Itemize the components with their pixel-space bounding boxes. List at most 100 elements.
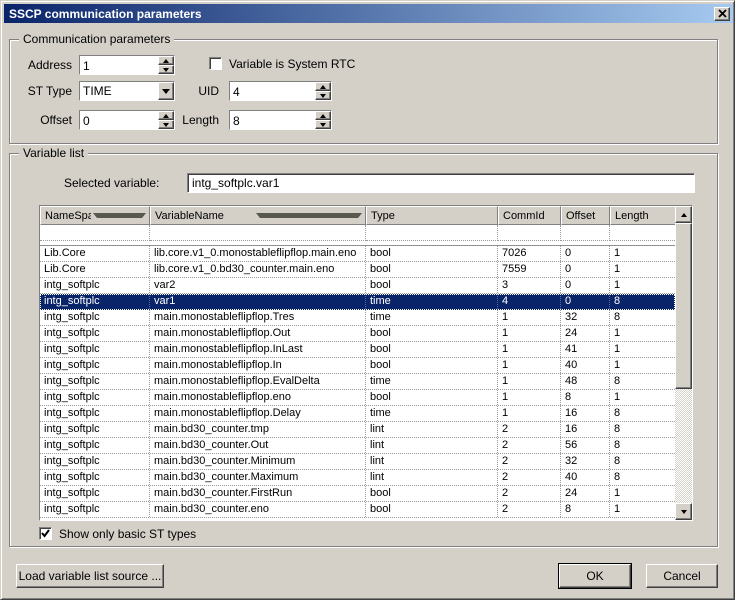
table-cell: 1 xyxy=(498,374,561,389)
table-row[interactable]: intg_softplcmain.bd30_counter.Outlint256… xyxy=(40,438,675,454)
table-row[interactable]: intg_softplcmain.bd30_counter.FirstRunbo… xyxy=(40,486,675,502)
length-input[interactable] xyxy=(230,111,315,129)
table-row[interactable]: intg_softplcvar2bool301 xyxy=(40,278,675,294)
table-cell: intg_softplc xyxy=(40,406,150,421)
uid-input[interactable] xyxy=(230,82,315,100)
filter-cell[interactable] xyxy=(366,225,498,241)
table-cell: 4 xyxy=(498,294,561,309)
table-cell: 48 xyxy=(561,374,610,389)
table-cell: main.monostableflipflop.Delay xyxy=(150,406,366,421)
selected-variable-label: Selected variable: xyxy=(64,175,159,191)
column-header-offset[interactable]: Offset xyxy=(561,206,610,225)
window-title: SSCP communication parameters xyxy=(9,7,202,21)
table-cell: time xyxy=(366,294,498,309)
table-row[interactable]: intg_softplcmain.bd30_counter.Minimumlin… xyxy=(40,454,675,470)
cancel-button[interactable]: Cancel xyxy=(646,564,718,588)
table-row[interactable]: intg_softplcmain.monostableflipflop.InLa… xyxy=(40,342,675,358)
show-only-basic-checkbox[interactable] xyxy=(39,527,52,540)
rtc-checkbox-label[interactable]: Variable is System RTC xyxy=(229,56,355,72)
column-filter-dropdown-icon[interactable] xyxy=(93,213,147,218)
scrollbar-thumb[interactable] xyxy=(675,223,692,389)
table-cell: 7026 xyxy=(498,246,561,261)
table-cell: intg_softplc xyxy=(40,278,150,293)
table-row[interactable]: intg_softplcmain.bd30_counter.tmplint216… xyxy=(40,422,675,438)
table-row[interactable]: intg_softplcmain.monostableflipflop.Eval… xyxy=(40,374,675,390)
table-cell: 16 xyxy=(561,422,610,437)
table-row[interactable]: intg_softplcmain.monostableflipflop.Tres… xyxy=(40,310,675,326)
table-cell: bool xyxy=(366,358,498,373)
table-row[interactable]: intg_softplcmain.bd30_counter.enobool281 xyxy=(40,502,675,518)
titlebar[interactable]: SSCP communication parameters xyxy=(4,4,733,23)
offset-field xyxy=(79,110,175,130)
table-cell: 2 xyxy=(498,454,561,469)
column-header-commid[interactable]: CommId xyxy=(498,206,561,225)
st-type-combobox[interactable]: TIME xyxy=(79,81,175,101)
column-header-type[interactable]: Type xyxy=(366,206,498,225)
column-header-namespace[interactable]: NameSpace xyxy=(40,206,150,225)
table-row[interactable]: intg_softplcmain.monostableflipflop.Outb… xyxy=(40,326,675,342)
column-header-variablename[interactable]: VariableName xyxy=(150,206,366,225)
uid-spin-up-button[interactable] xyxy=(315,82,331,91)
table-cell: var1 xyxy=(150,294,366,309)
show-only-basic-label[interactable]: Show only basic ST types xyxy=(59,526,196,542)
table-cell: 8 xyxy=(610,438,675,453)
table-row[interactable]: intg_softplcmain.monostableflipflop.Dela… xyxy=(40,406,675,422)
filter-cell[interactable] xyxy=(40,225,150,241)
scroll-down-button[interactable] xyxy=(675,503,692,520)
table-row[interactable]: intg_softplcvar1time408 xyxy=(40,294,675,310)
table-cell: main.monostableflipflop.InLast xyxy=(150,342,366,357)
table-cell: 2 xyxy=(498,486,561,501)
table-row[interactable]: intg_softplcmain.bd30_counter.Maximumlin… xyxy=(40,470,675,486)
length-spin-down-button[interactable] xyxy=(315,120,331,129)
ok-button[interactable]: OK xyxy=(559,564,631,588)
table-cell: lib.core.v1_0.bd30_counter.main.eno xyxy=(150,262,366,277)
table-row[interactable]: Lib.Corelib.core.v1_0.monostableflipflop… xyxy=(40,246,675,262)
address-spin-down-button[interactable] xyxy=(158,65,174,74)
table-cell: lint xyxy=(366,422,498,437)
column-header-length[interactable]: Length xyxy=(610,206,675,225)
filter-cell[interactable] xyxy=(498,225,561,241)
scroll-up-button[interactable] xyxy=(675,206,692,223)
offset-input[interactable] xyxy=(80,111,158,129)
st-type-dropdown-button[interactable] xyxy=(158,82,174,100)
column-filter-dropdown-icon[interactable] xyxy=(256,213,363,218)
up-arrow-icon xyxy=(163,59,169,63)
uid-spinner xyxy=(315,82,331,100)
table-row[interactable]: intg_softplcmain.monostableflipflop.Inbo… xyxy=(40,358,675,374)
uid-spin-down-button[interactable] xyxy=(315,91,331,100)
filter-cell[interactable] xyxy=(561,225,610,241)
table-cell: 1 xyxy=(610,278,675,293)
selected-variable-field[interactable]: intg_softplc.var1 xyxy=(187,173,695,193)
table-cell: 8 xyxy=(610,310,675,325)
variable-grid: NameSpace VariableName TypeCommIdOffsetLen… xyxy=(40,206,675,520)
table-cell: 8 xyxy=(610,422,675,437)
scrollbar-track[interactable] xyxy=(675,389,692,503)
table-row[interactable]: intg_softplcmain.monostableflipflop.enob… xyxy=(40,390,675,406)
length-spin-up-button[interactable] xyxy=(315,111,331,120)
table-cell: main.bd30_counter.Out xyxy=(150,438,366,453)
offset-spin-up-button[interactable] xyxy=(158,111,174,120)
filter-cell[interactable] xyxy=(150,225,366,241)
table-cell: 16 xyxy=(561,406,610,421)
table-cell: 7559 xyxy=(498,262,561,277)
rtc-checkbox[interactable] xyxy=(209,57,222,70)
load-variable-list-source-button[interactable]: Load variable list source ... xyxy=(16,564,164,588)
vertical-scrollbar[interactable] xyxy=(675,206,692,520)
dropdown-arrow-icon xyxy=(162,89,170,94)
table-cell: 24 xyxy=(561,326,610,341)
table-cell: 2 xyxy=(498,422,561,437)
table-cell: 40 xyxy=(561,470,610,485)
offset-spin-down-button[interactable] xyxy=(158,120,174,129)
table-cell: intg_softplc xyxy=(40,342,150,357)
table-cell: intg_softplc xyxy=(40,294,150,309)
address-input[interactable] xyxy=(80,56,158,74)
address-spin-up-button[interactable] xyxy=(158,56,174,65)
close-button[interactable] xyxy=(714,7,730,21)
table-row[interactable]: Lib.Corelib.core.v1_0.bd30_counter.main.… xyxy=(40,262,675,278)
table-cell: lib.core.v1_0.monostableflipflop.main.en… xyxy=(150,246,366,261)
filter-cell[interactable] xyxy=(610,225,675,241)
column-header-label: VariableName xyxy=(155,210,254,222)
address-field xyxy=(79,55,175,75)
variable-table: NameSpace VariableName TypeCommIdOffsetLen… xyxy=(39,205,693,521)
table-cell: 2 xyxy=(498,502,561,517)
